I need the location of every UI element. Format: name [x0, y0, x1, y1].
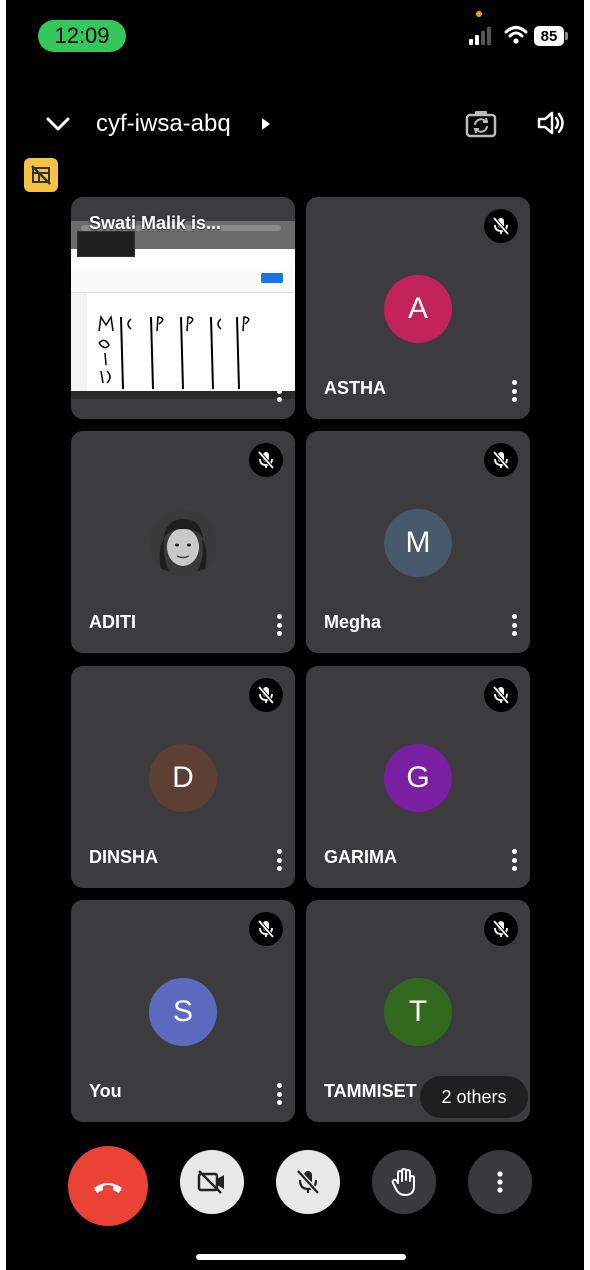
participant-name: ASTHA — [324, 378, 386, 398]
status-bar: 12:09 85 — [6, 0, 584, 96]
avatar: D — [149, 744, 217, 812]
speaker-icon[interactable] — [536, 108, 566, 138]
more-vertical-icon[interactable] — [506, 611, 522, 639]
meet-screen: 12:09 85 cyf-iwsa-abq Swati Malik is... … — [6, 0, 584, 1270]
mic-off-icon — [484, 678, 518, 712]
participant-tile-aditi[interactable]: ADITI — [71, 431, 295, 653]
caret-right-icon[interactable] — [261, 117, 271, 131]
avatar: T — [384, 978, 452, 1046]
more-vertical-icon[interactable] — [271, 846, 287, 874]
camera-toggle-button[interactable] — [180, 1150, 244, 1214]
mic-off-icon — [484, 443, 518, 477]
participant-name: Megha — [324, 612, 382, 632]
avatar: S — [149, 978, 217, 1046]
more-vertical-icon[interactable] — [506, 846, 522, 874]
privacy-indicator-dot — [476, 11, 482, 17]
participant-name: GARIMA — [324, 847, 397, 867]
wifi-icon — [504, 26, 528, 44]
participant-name: TAMMISET — [324, 1081, 417, 1101]
raise-hand-button[interactable] — [372, 1150, 436, 1214]
more-vertical-icon[interactable] — [271, 377, 287, 405]
shared-screen-preview — [71, 221, 295, 391]
avatar: G — [384, 744, 452, 812]
avatar: M — [384, 509, 452, 577]
participant-tile-dinsha[interactable]: D DINSHA — [71, 666, 295, 888]
others-participants-button[interactable]: 2 others — [420, 1076, 528, 1118]
battery-tip — [565, 32, 568, 40]
signal-icon — [469, 27, 491, 45]
participant-tile-astha[interactable]: A ASTHA — [306, 197, 530, 419]
mic-off-icon — [484, 912, 518, 946]
battery-level: 85 — [534, 26, 564, 46]
chevron-down-icon[interactable] — [42, 108, 74, 140]
participant-name: DINSHA — [89, 847, 159, 867]
mic-off-icon — [249, 678, 283, 712]
meeting-code[interactable]: cyf-iwsa-abq — [96, 110, 231, 138]
profile-photo — [149, 509, 217, 577]
battery-indicator: 85 — [534, 26, 568, 46]
pin-layout-icon — [31, 165, 51, 185]
mic-off-icon — [249, 443, 283, 477]
mic-off-icon — [484, 209, 518, 243]
avatar-initial: M — [405, 526, 431, 559]
end-call-icon — [94, 1183, 122, 1193]
switch-camera-icon[interactable] — [464, 108, 498, 140]
more-vertical-icon[interactable] — [506, 377, 522, 405]
meeting-top-bar: cyf-iwsa-abq — [6, 96, 584, 152]
participant-name: You — [89, 1081, 122, 1101]
more-vertical-icon[interactable] — [271, 611, 287, 639]
home-indicator[interactable] — [196, 1254, 406, 1260]
avatar-initial: D — [172, 761, 194, 794]
end-call-button[interactable] — [68, 1146, 148, 1226]
more-options-button[interactable] — [468, 1150, 532, 1214]
camera-off-icon — [197, 1170, 224, 1194]
avatar-initial: T — [408, 995, 428, 1028]
participant-tile-screen-share[interactable]: Swati Malik is... — [71, 197, 295, 419]
mic-off-icon — [249, 912, 283, 946]
avatar: A — [384, 275, 452, 343]
more-vertical-icon[interactable] — [271, 1080, 287, 1108]
participant-tile-megha[interactable]: M Megha — [306, 431, 530, 653]
mic-off-icon — [296, 1169, 320, 1195]
more-vertical-icon — [497, 1171, 503, 1193]
microphone-toggle-button[interactable] — [276, 1150, 340, 1214]
avatar-initial: S — [172, 995, 193, 1028]
avatar-initial: A — [407, 292, 428, 325]
raise-hand-icon — [391, 1168, 415, 1196]
shared-screen-footer — [71, 391, 295, 399]
participant-tile-you[interactable]: S You — [71, 900, 295, 1122]
participant-name: Swati Malik is... — [89, 213, 222, 233]
pin-layout-button[interactable] — [24, 158, 58, 192]
avatar-initial: G — [406, 761, 430, 794]
handwritten-table-drawing — [98, 314, 250, 390]
participant-name: ADITI — [89, 612, 136, 632]
participant-tile-garima[interactable]: G GARIMA — [306, 666, 530, 888]
status-time: 12:09 — [38, 20, 126, 52]
